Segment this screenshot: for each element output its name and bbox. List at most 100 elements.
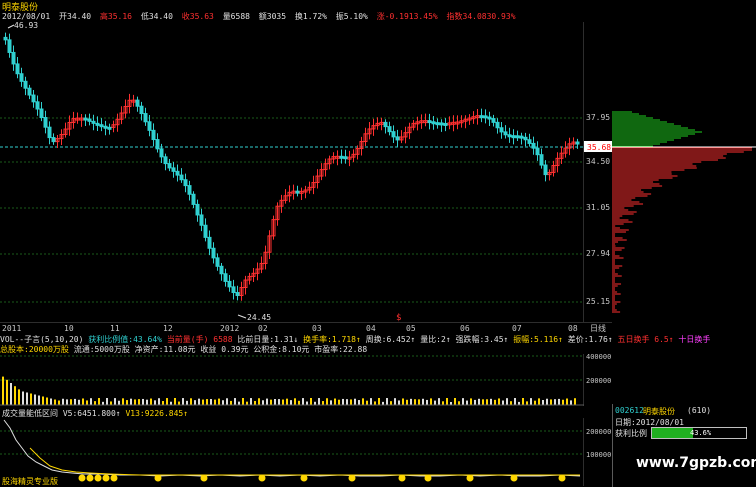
candle-body (27, 87, 32, 96)
volume-bar (294, 398, 296, 405)
candle-body (91, 120, 96, 124)
volume-bar (174, 398, 176, 405)
volume-bar (182, 398, 184, 405)
volume-bar (78, 399, 80, 405)
volume-bar (410, 398, 412, 405)
signal-dot (466, 474, 474, 482)
ten-day-turnover: 十日换手 (678, 335, 711, 344)
volume-bar (282, 399, 284, 405)
candle-body (235, 292, 240, 297)
candle-body (227, 280, 232, 288)
candle-body (151, 129, 156, 141)
candle-body (207, 236, 212, 249)
volume-bar (138, 399, 140, 405)
v13-value: V13:9226.845↑ (125, 409, 189, 418)
volume-bar (6, 379, 8, 405)
volume-bar (114, 398, 116, 405)
min-pointer (237, 314, 247, 319)
volume-bar (378, 398, 380, 405)
candle-body (439, 122, 444, 126)
candle-body (435, 122, 440, 126)
volume-bar (494, 399, 496, 405)
candle-body (431, 121, 436, 125)
volume-chart[interactable] (0, 354, 584, 406)
volume-bar (154, 400, 156, 405)
spread: 差价:1.76↑ (567, 335, 613, 344)
volume-axis: 400000 200000 (586, 354, 611, 385)
panel-code-suffix: (610) (687, 406, 712, 415)
volume-bar (178, 401, 180, 405)
volume-bar (14, 386, 16, 405)
candle-body (83, 117, 88, 121)
candle-body (47, 126, 52, 139)
volume-bar (218, 398, 220, 405)
candle-body (19, 73, 24, 82)
volume-bar (302, 398, 304, 405)
candle-body (531, 142, 536, 149)
signal-dot (154, 474, 162, 482)
volume-bar (386, 398, 388, 405)
volume-bar (326, 398, 328, 405)
candle-body (187, 185, 192, 195)
profit-value: 43.6% (690, 429, 712, 437)
candle-body (387, 126, 392, 133)
pe-ratio: 市盈率:22.88 (314, 345, 368, 354)
vol-indicator-title[interactable]: VOL--子言(5,10,20) (0, 335, 83, 344)
candle-body (87, 118, 92, 122)
volume-bar (106, 398, 108, 405)
volume-bar (566, 398, 568, 405)
volume-bar (538, 398, 540, 405)
volume-bar (90, 398, 92, 405)
candle-body (511, 135, 516, 139)
candle-body (215, 257, 220, 267)
volume-bar (66, 399, 68, 405)
volume-bar (254, 400, 256, 405)
info-open: 开34.40 (59, 12, 92, 21)
volume-bar (226, 398, 228, 405)
date-label: 06 (460, 324, 470, 333)
volume-bar (198, 398, 200, 405)
volume-bar (422, 398, 424, 405)
amplitude: 振幅:5.116↑ (513, 335, 563, 344)
volume-bar (190, 398, 192, 405)
volume-ratio: 量比:2↑ (420, 335, 451, 344)
candlestick-chart[interactable]: 46.93 24.45 $ (0, 22, 584, 322)
vol-tick: 200000 (586, 377, 611, 385)
candle-body (11, 51, 16, 65)
volume-bar (526, 401, 528, 405)
signal-dot (424, 474, 432, 482)
volume-indicator-chart[interactable] (0, 418, 584, 486)
turnover-rate: 换手率:1.718↑ (303, 335, 361, 344)
volume-bar (522, 398, 524, 405)
indicator-name[interactable]: 成交量能低区间 (2, 409, 58, 418)
volume-bar (554, 399, 556, 405)
panel-profit-label: 获利比例 (615, 429, 647, 438)
volume-bar (250, 398, 252, 405)
volume-bar (306, 401, 308, 405)
signal-dot (200, 474, 208, 482)
date-label: 07 (512, 324, 522, 333)
volume-bar (74, 398, 76, 405)
volume-bar (510, 401, 512, 405)
chip-distribution (612, 111, 756, 313)
volume-bar (462, 398, 464, 405)
candle-body (135, 99, 140, 107)
current-price-label: 35.68 (587, 143, 611, 152)
volume-bar (46, 397, 48, 405)
volume-bar (490, 398, 492, 405)
candle-body (535, 147, 540, 156)
candle-body (103, 125, 108, 129)
volume-bar (210, 399, 212, 405)
volume-bar (86, 400, 88, 405)
period-label[interactable]: 日线 (590, 323, 606, 333)
volume-bars (2, 376, 576, 405)
signal-dot (110, 474, 118, 482)
volume-bar (530, 398, 532, 405)
candle-body (23, 80, 28, 89)
volume-bar (162, 401, 164, 405)
volume-bar (506, 398, 508, 405)
candle-body (383, 121, 388, 128)
candle-body (139, 105, 144, 115)
vol-tick: 400000 (586, 354, 611, 361)
volume-bar (30, 393, 32, 405)
